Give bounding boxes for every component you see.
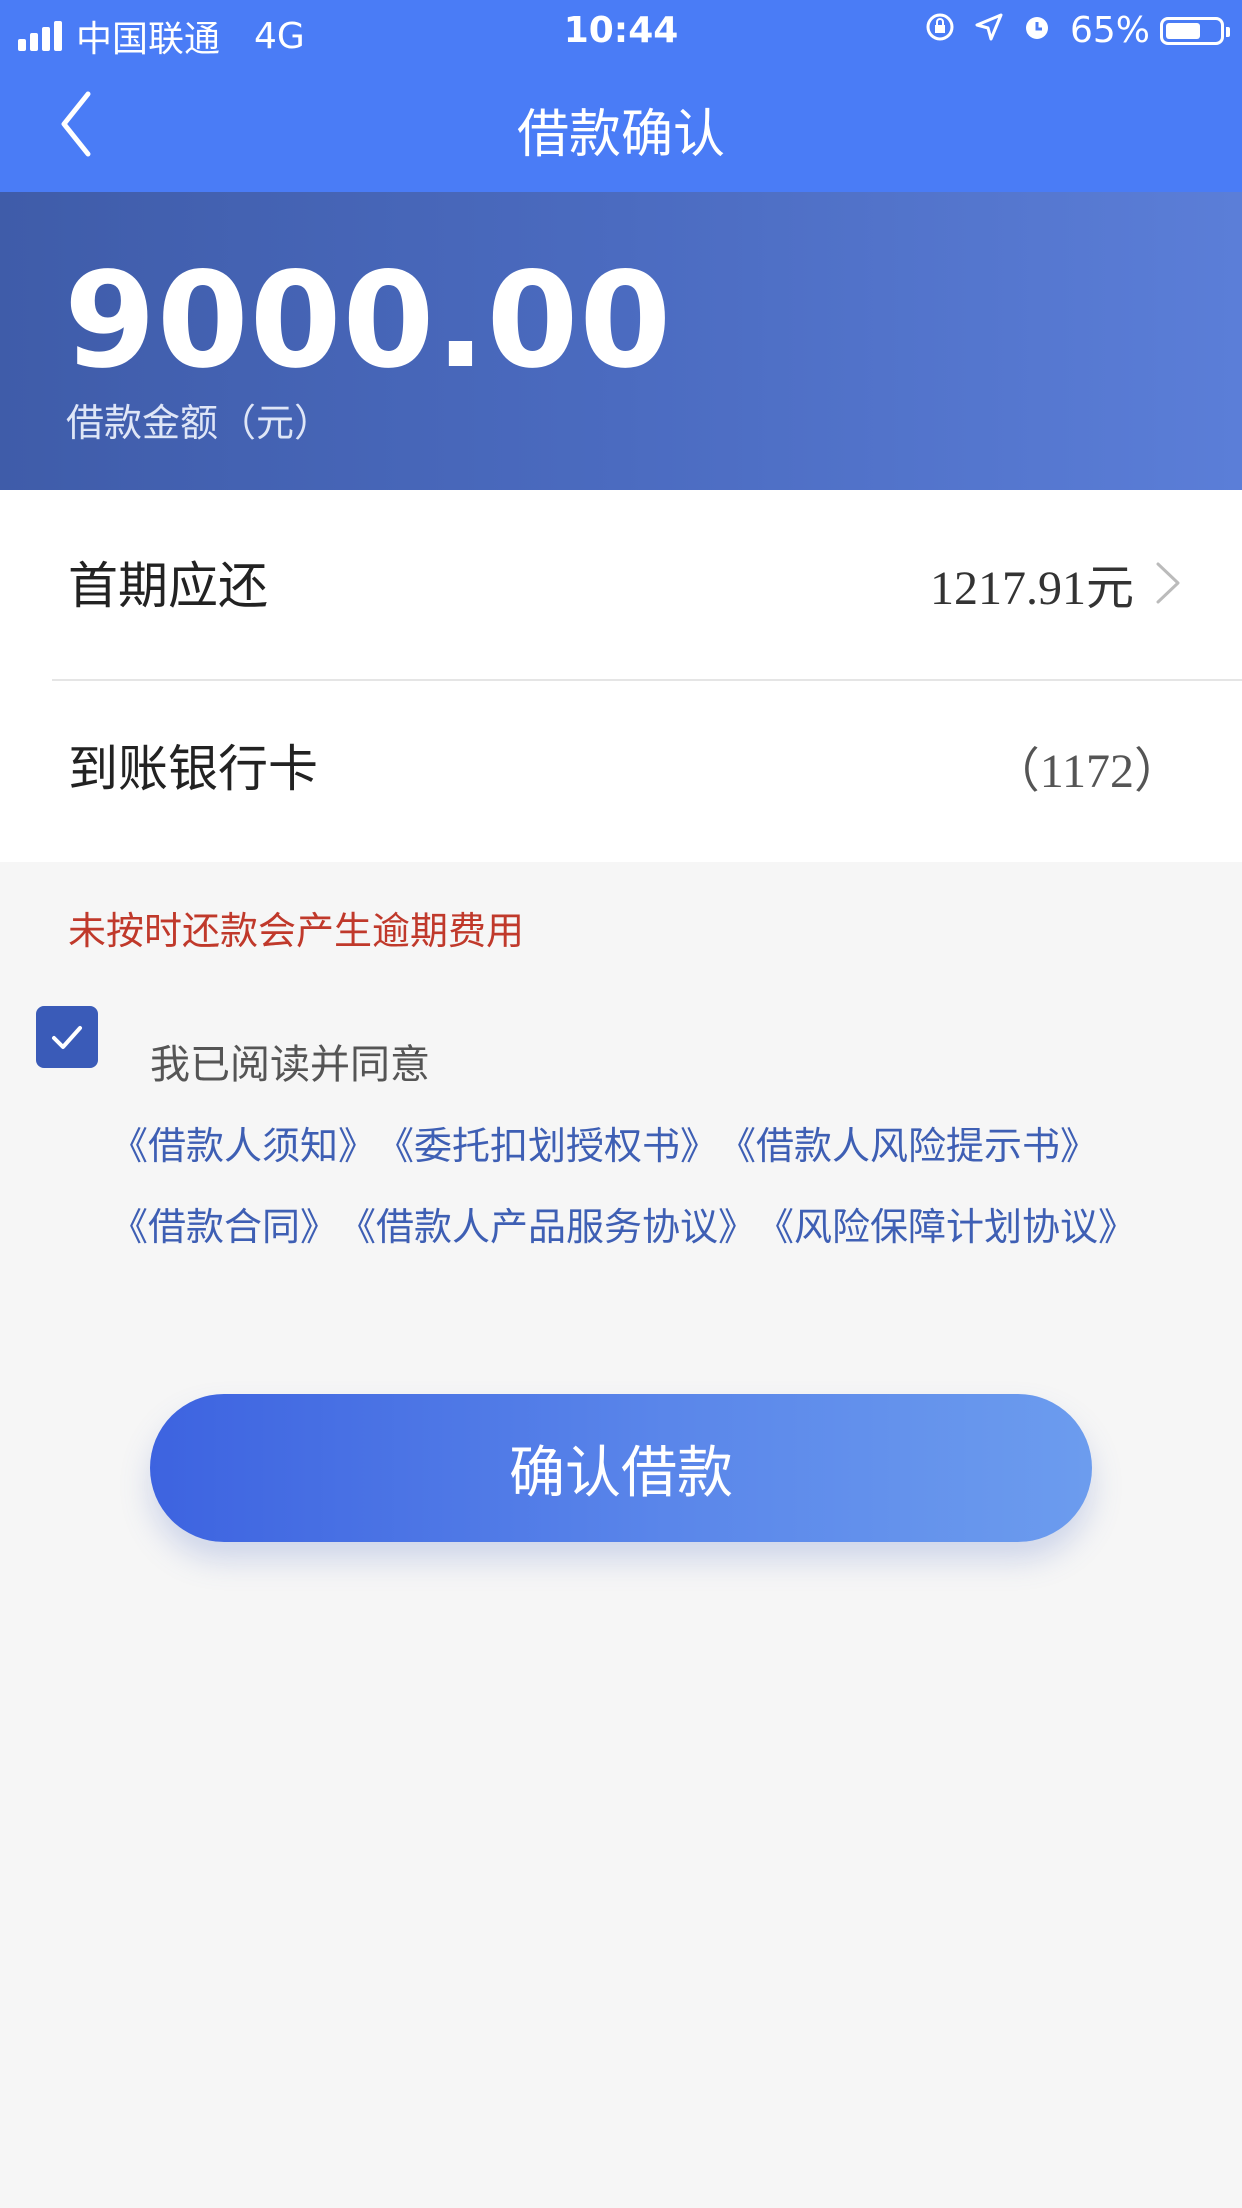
overdue-warning: 未按时还款会产生逾期费用 [68,909,525,953]
bank-card-label: 到账银行卡 [68,740,318,798]
nav-bar: 借款确认 [0,62,1242,192]
first-payment-row[interactable]: 首期应还 1217.91元 [0,490,1242,675]
first-payment-value-wrap: 1217.91元 [930,548,1182,618]
agreement-link-risk-protection[interactable]: 《风险保障计划协议》 [756,1196,1136,1251]
loan-amount: 9000.00 [64,244,673,398]
loan-details-card: 首期应还 1217.91元 到账银行卡 （1172） [0,490,1242,862]
status-bar: 中国联通 4G 10:44 65% [0,0,1242,62]
agree-text: 我已阅读并同意 [150,1042,430,1088]
confirm-loan-button[interactable]: 确认借款 [150,1394,1092,1542]
loan-amount-banner: 9000.00 借款金额（元） [0,192,1242,490]
agreement-link-service-agreement[interactable]: 《借款人产品服务协议》 [338,1196,756,1251]
rotation-lock-icon [924,11,956,51]
loan-amount-label: 借款金额（元） [66,401,333,445]
checkmark-icon [52,1026,82,1049]
agreement-link-loan-contract[interactable]: 《借款合同》 [110,1196,338,1251]
battery-icon [1160,16,1230,45]
agreement-line-1: 《借款人须知》 《委托扣划授权书》 《借款人风险提示书》 [110,1115,1170,1170]
alarm-icon [1022,12,1052,50]
location-icon [974,12,1004,50]
status-bar-right: 65% [906,10,1230,51]
agreement-link-risk-notice[interactable]: 《借款人风险提示书》 [718,1115,1098,1170]
agreement-line-2: 《借款合同》 《借款人产品服务协议》 《风险保障计划协议》 [110,1196,1170,1251]
page-title: 借款确认 [516,105,725,165]
agree-checkbox[interactable] [36,1006,98,1068]
agreement-link-debit-authorization[interactable]: 《委托扣划授权书》 [376,1115,718,1170]
battery-percent: 65% [1069,10,1150,51]
chevron-right-icon [1156,562,1180,604]
agreement-link-borrower-notice[interactable]: 《借款人须知》 [110,1115,376,1170]
first-payment-label: 首期应还 [68,557,268,615]
bank-card-row: 到账银行卡 （1172） [0,677,1242,862]
bank-card-value: （1172） [991,745,1182,798]
agreement-links: 《借款人须知》 《委托扣划授权书》 《借款人风险提示书》 《借款合同》 《借款人… [110,1115,1170,1277]
first-payment-value: 1217.91元 [929,562,1134,615]
